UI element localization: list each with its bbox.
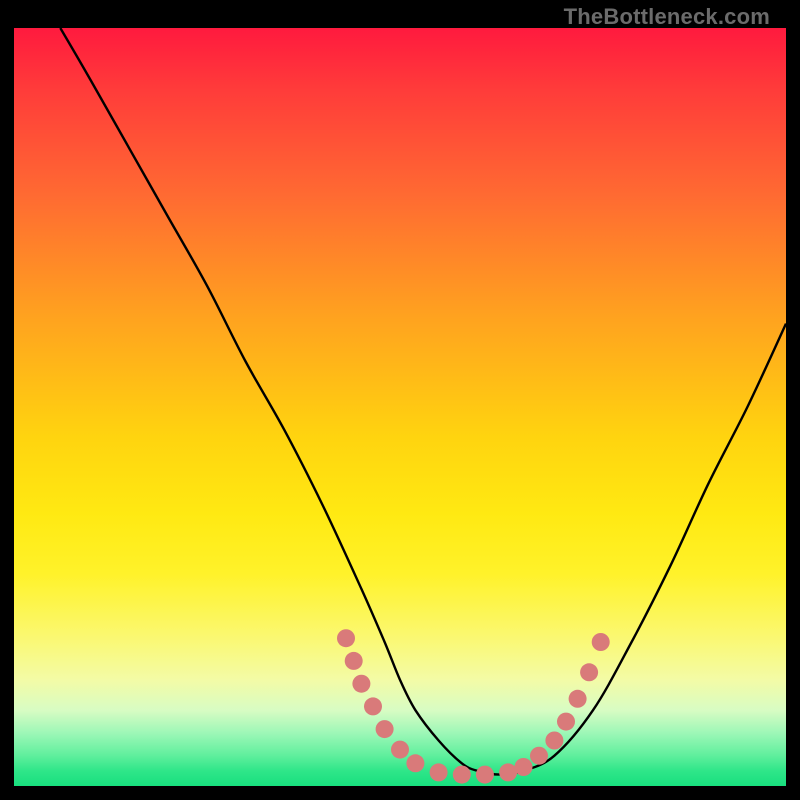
data-marker xyxy=(557,713,575,731)
data-marker xyxy=(376,720,394,738)
curve-path xyxy=(60,28,786,775)
plot-area xyxy=(14,28,786,786)
chart-svg xyxy=(14,28,786,786)
data-marker xyxy=(453,766,471,784)
data-marker xyxy=(580,663,598,681)
data-marker xyxy=(515,758,533,776)
data-marker xyxy=(476,766,494,784)
curve-line xyxy=(60,28,786,775)
data-marker xyxy=(406,754,424,772)
data-marker xyxy=(391,741,409,759)
data-marker xyxy=(569,690,587,708)
data-marker xyxy=(545,732,563,750)
data-marker xyxy=(364,697,382,715)
markers-group xyxy=(337,629,610,783)
data-marker xyxy=(352,675,370,693)
chart-frame: TheBottleneck.com xyxy=(14,0,786,786)
data-marker xyxy=(430,763,448,781)
watermark-text: TheBottleneck.com xyxy=(564,4,770,30)
data-marker xyxy=(530,747,548,765)
data-marker xyxy=(499,763,517,781)
data-marker xyxy=(345,652,363,670)
data-marker xyxy=(337,629,355,647)
data-marker xyxy=(592,633,610,651)
